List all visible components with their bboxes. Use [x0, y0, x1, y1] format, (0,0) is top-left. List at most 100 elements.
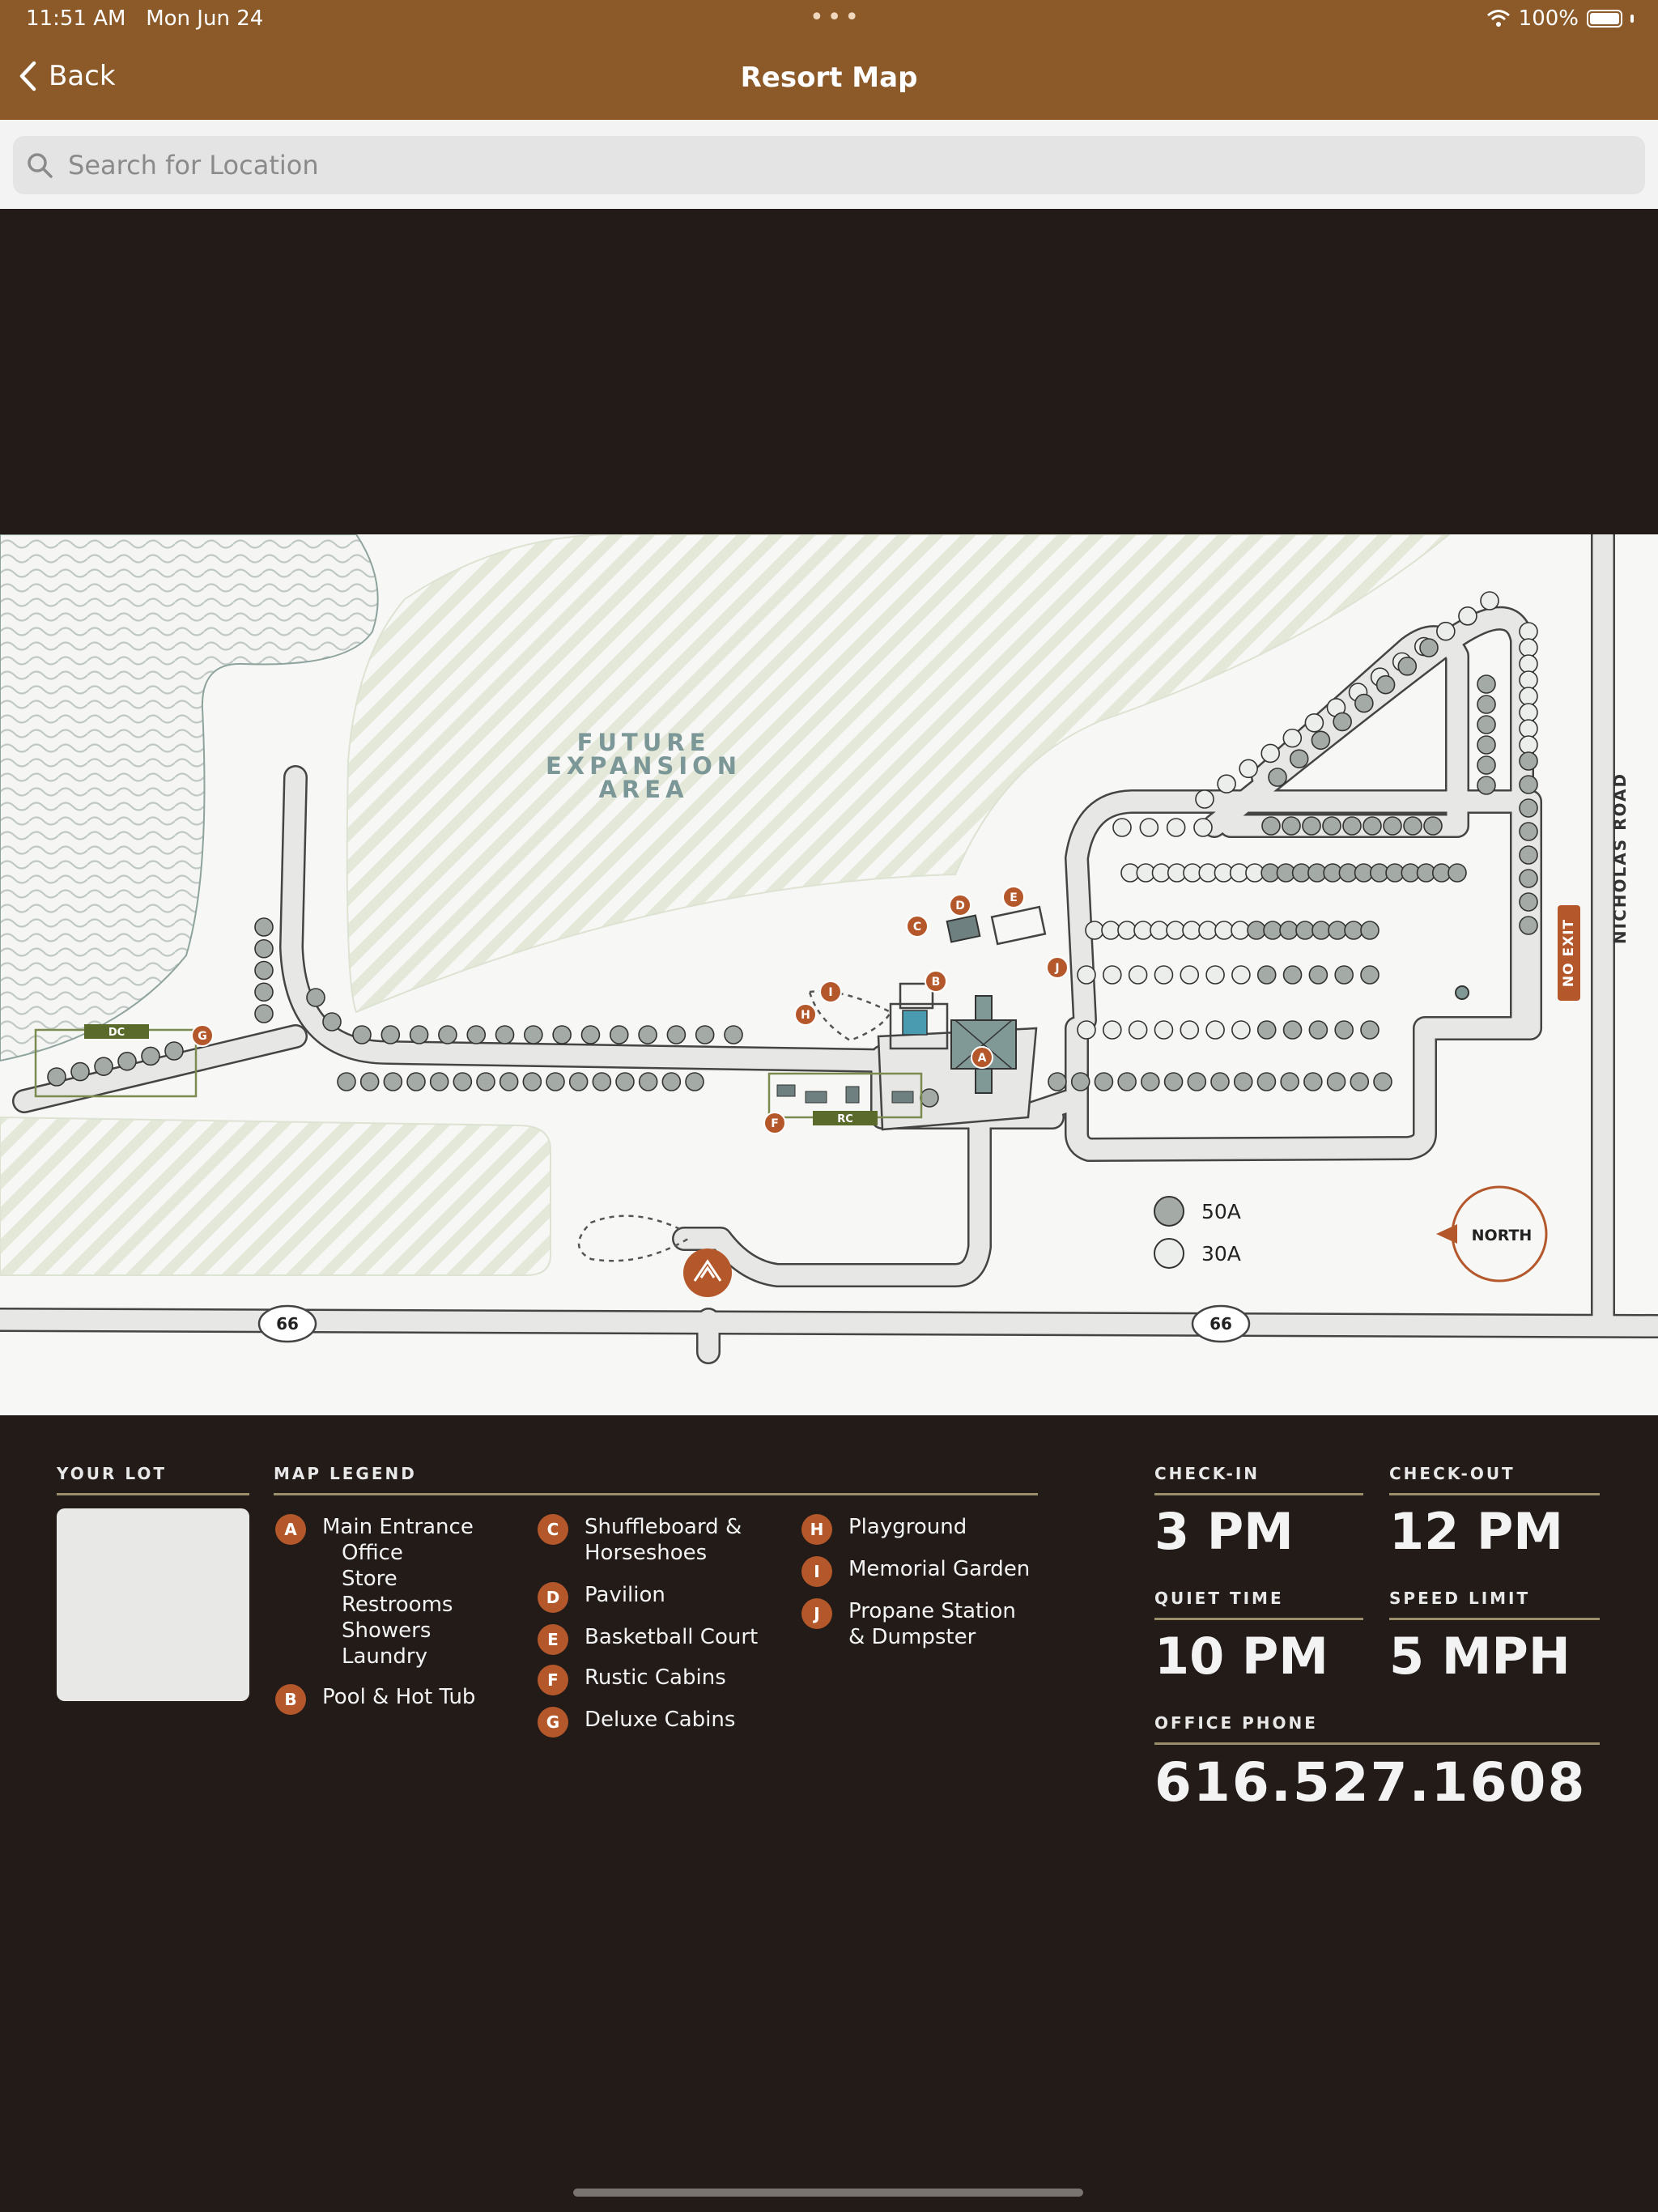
campsite-lot[interactable] [1261, 816, 1281, 836]
campsite-lot[interactable] [1295, 921, 1315, 940]
campsite-lot[interactable] [1085, 921, 1104, 940]
campsite-lot[interactable] [592, 1072, 612, 1091]
campsite-lot[interactable] [322, 1012, 342, 1032]
home-indicator[interactable] [573, 2189, 1083, 2197]
campsite-lot[interactable] [568, 1072, 589, 1091]
campsite-lot[interactable] [70, 1061, 90, 1082]
campsite-lot[interactable] [141, 1046, 160, 1066]
campsite-lot[interactable] [306, 988, 325, 1007]
campsite-lot[interactable] [1519, 916, 1538, 935]
campsite-lot[interactable] [522, 1072, 542, 1091]
legend-item-e[interactable]: E Basketball Court [538, 1624, 758, 1655]
campsite-lot[interactable] [47, 1067, 66, 1087]
campsite-lot[interactable] [383, 1072, 403, 1091]
map-badge-g[interactable]: G [191, 1024, 214, 1047]
office-phone-value[interactable]: 616.527.1608 [1154, 1751, 1600, 1814]
map-badge-b[interactable]: B [925, 970, 947, 993]
campsite-lot[interactable] [1210, 1072, 1230, 1091]
campsite-lot[interactable] [1154, 965, 1174, 985]
campsite-lot[interactable] [1436, 621, 1456, 641]
campsite-lot[interactable] [1312, 921, 1331, 940]
campsite-lot[interactable] [1247, 921, 1266, 940]
campsite-lot[interactable] [580, 1025, 601, 1044]
campsite-lot[interactable] [359, 1072, 380, 1091]
campsite-lot[interactable] [1360, 1020, 1380, 1040]
campsite-lot[interactable] [724, 1025, 743, 1044]
campsite-lot[interactable] [1403, 816, 1422, 836]
campsite-lot[interactable] [1477, 735, 1496, 755]
search-bar[interactable] [13, 136, 1645, 194]
campsite-lot[interactable] [685, 1072, 704, 1091]
map-badge-e[interactable]: E [1002, 886, 1025, 908]
campsite-lot[interactable] [1279, 921, 1299, 940]
campsite-lot[interactable] [1519, 654, 1538, 674]
campsite-lot[interactable] [1256, 1072, 1277, 1091]
campsite-lot[interactable] [1261, 743, 1281, 764]
campsite-lot[interactable] [1302, 816, 1321, 836]
campsite-lot[interactable] [337, 1072, 356, 1091]
campsite-lot[interactable] [1256, 1020, 1277, 1040]
search-input[interactable] [66, 149, 1608, 181]
your-lot-box[interactable] [57, 1508, 249, 1701]
campsite-lot[interactable] [1519, 892, 1538, 912]
campsite-lot[interactable] [1383, 816, 1402, 836]
campsite-lot[interactable] [1334, 965, 1354, 985]
campsite-lot[interactable] [1141, 1072, 1160, 1091]
campsite-lot[interactable] [1231, 921, 1250, 940]
campsite-lot[interactable] [1217, 774, 1236, 793]
campsite-lot[interactable] [1133, 921, 1153, 940]
campsite-lot[interactable] [409, 1025, 429, 1044]
campsite-lot[interactable] [1112, 818, 1132, 837]
map-badge-i[interactable]: I [819, 981, 842, 1003]
campsite-lot[interactable] [1326, 1072, 1346, 1091]
campsite-lot[interactable] [1350, 1072, 1370, 1091]
legend-item-j[interactable]: J Propane Station & Dumpster [801, 1598, 1016, 1650]
campsite-lot[interactable] [1282, 816, 1301, 836]
campsite-lot[interactable] [1308, 965, 1329, 985]
map-badge-d[interactable]: D [949, 894, 971, 917]
campsite-lot[interactable] [1103, 965, 1122, 985]
campsite-lot[interactable] [1282, 1020, 1303, 1040]
campsite-lot[interactable] [1322, 816, 1341, 836]
campsite-lot[interactable] [1477, 755, 1496, 775]
campsite-lot[interactable] [254, 938, 274, 959]
campsite-lot[interactable] [1117, 921, 1137, 940]
campsite-lot[interactable] [1282, 965, 1303, 985]
campsite-lot[interactable] [1233, 1072, 1253, 1091]
campsite-lot[interactable] [1311, 730, 1331, 751]
campsite-lot[interactable] [1375, 674, 1396, 695]
campsite-lot[interactable] [1519, 845, 1538, 865]
map-badge-h[interactable]: H [794, 1003, 817, 1026]
campsite-lot[interactable] [1304, 713, 1324, 733]
campsite-lot[interactable] [638, 1072, 658, 1091]
campsite-lot[interactable] [1263, 921, 1282, 940]
legend-item-a[interactable]: A Main Entrance Office Store Restrooms S… [275, 1514, 474, 1670]
campsite-lot[interactable] [1282, 728, 1303, 748]
campsite-lot[interactable] [1448, 863, 1467, 883]
multitask-dots-icon[interactable]: ••• [810, 3, 862, 32]
campsite-lot[interactable] [1268, 768, 1287, 787]
campsite-lot[interactable] [1519, 751, 1538, 771]
campsite-lot[interactable] [1480, 591, 1499, 610]
campsite-lot[interactable] [1519, 703, 1538, 722]
campsite-lot[interactable] [406, 1072, 426, 1091]
campsite-lot[interactable] [352, 1025, 372, 1044]
campsite-lot[interactable] [466, 1025, 487, 1044]
campsite-lot[interactable] [254, 982, 274, 1002]
campsite-lot[interactable] [546, 1072, 565, 1091]
campsite-lot[interactable] [615, 1072, 635, 1091]
campsite-lot[interactable] [1334, 1020, 1354, 1040]
map-badge-a[interactable]: A [971, 1046, 993, 1069]
campsite-lot[interactable] [1419, 638, 1439, 657]
campsite-lot[interactable] [1397, 657, 1418, 676]
campsite-lot[interactable] [1519, 735, 1538, 755]
campsite-lot[interactable] [1477, 674, 1496, 694]
campsite-lot[interactable] [254, 960, 274, 981]
campsite-lot[interactable] [1103, 1020, 1122, 1040]
campsite-lot[interactable] [1280, 1072, 1299, 1091]
campsite-lot[interactable] [1205, 965, 1225, 985]
legend-item-f[interactable]: F Rustic Cabins [538, 1665, 726, 1695]
campsite-lot[interactable] [117, 1051, 137, 1071]
campsite-lot[interactable] [94, 1057, 113, 1077]
campsite-lot[interactable] [1139, 818, 1159, 837]
